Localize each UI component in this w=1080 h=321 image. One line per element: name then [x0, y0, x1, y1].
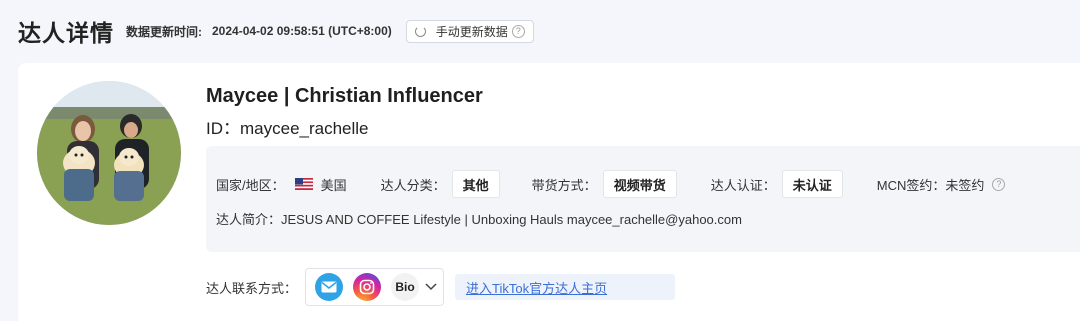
mcn-label: MCN签约： — [876, 177, 946, 193]
creator-id: ID：maycee_rachelle — [206, 119, 369, 138]
page-header: 达人详情 数据更新时间: 2024-04-02 09:58:51 (UTC+8:… — [18, 14, 534, 48]
category-label: 达人分类： — [380, 177, 446, 193]
us-flag-icon — [294, 178, 313, 190]
update-time-value: 2024-04-02 09:58:51 (UTC+8:00) — [212, 24, 392, 38]
country-value: 美国 — [320, 177, 347, 193]
avatar — [37, 81, 181, 225]
info-row: 国家/地区： 美国 达人分类： 其他 带货方式： 视频带货 达人认证： 未认证 … — [216, 170, 1006, 198]
sales-method-label: 带货方式： — [531, 177, 597, 193]
creator-card: Maycee | Christian Influencer ID：maycee_… — [18, 63, 1080, 321]
bio-link-badge[interactable]: Bio — [391, 273, 420, 301]
contact-label: 达人联系方式： — [206, 280, 298, 296]
certification-label: 达人认证： — [710, 177, 776, 193]
mail-icon[interactable] — [315, 273, 344, 301]
help-icon[interactable]: ? — [992, 177, 1006, 191]
info-panel: 国家/地区： 美国 达人分类： 其他 带货方式： 视频带货 达人认证： 未认证 … — [206, 146, 1080, 252]
bio-label: 达人简介： — [216, 212, 282, 227]
sales-method-tag: 视频带货 — [602, 170, 677, 198]
creator-name: Maycee | Christian Influencer — [206, 85, 483, 107]
page-title: 达人详情 — [18, 20, 114, 46]
tiktok-profile-link[interactable]: 进入TikTok官方达人主页 — [455, 274, 675, 300]
category-tag: 其他 — [451, 170, 500, 198]
refresh-icon — [414, 25, 426, 37]
bio-row: 达人简介：JESUS AND COFFEE Lifestyle | Unboxi… — [216, 209, 742, 228]
update-time-label: 数据更新时间: — [126, 24, 202, 39]
help-icon[interactable]: ? — [511, 24, 525, 38]
contact-methods-dropdown[interactable]: Bio — [305, 268, 445, 306]
certification-tag: 未认证 — [781, 170, 843, 198]
mcn-value: 未签约 — [945, 177, 985, 193]
instagram-icon[interactable] — [353, 273, 382, 301]
contact-row: 达人联系方式： Bio — [206, 268, 445, 306]
bio-text: JESUS AND COFFEE Lifestyle | Unboxing Ha… — [281, 212, 742, 227]
refresh-button-label: 手动更新数据 — [435, 24, 508, 39]
manual-refresh-button[interactable]: 手动更新数据 ? — [405, 19, 534, 43]
chevron-down-icon[interactable] — [425, 280, 437, 294]
country-label: 国家/地区： — [216, 177, 285, 193]
